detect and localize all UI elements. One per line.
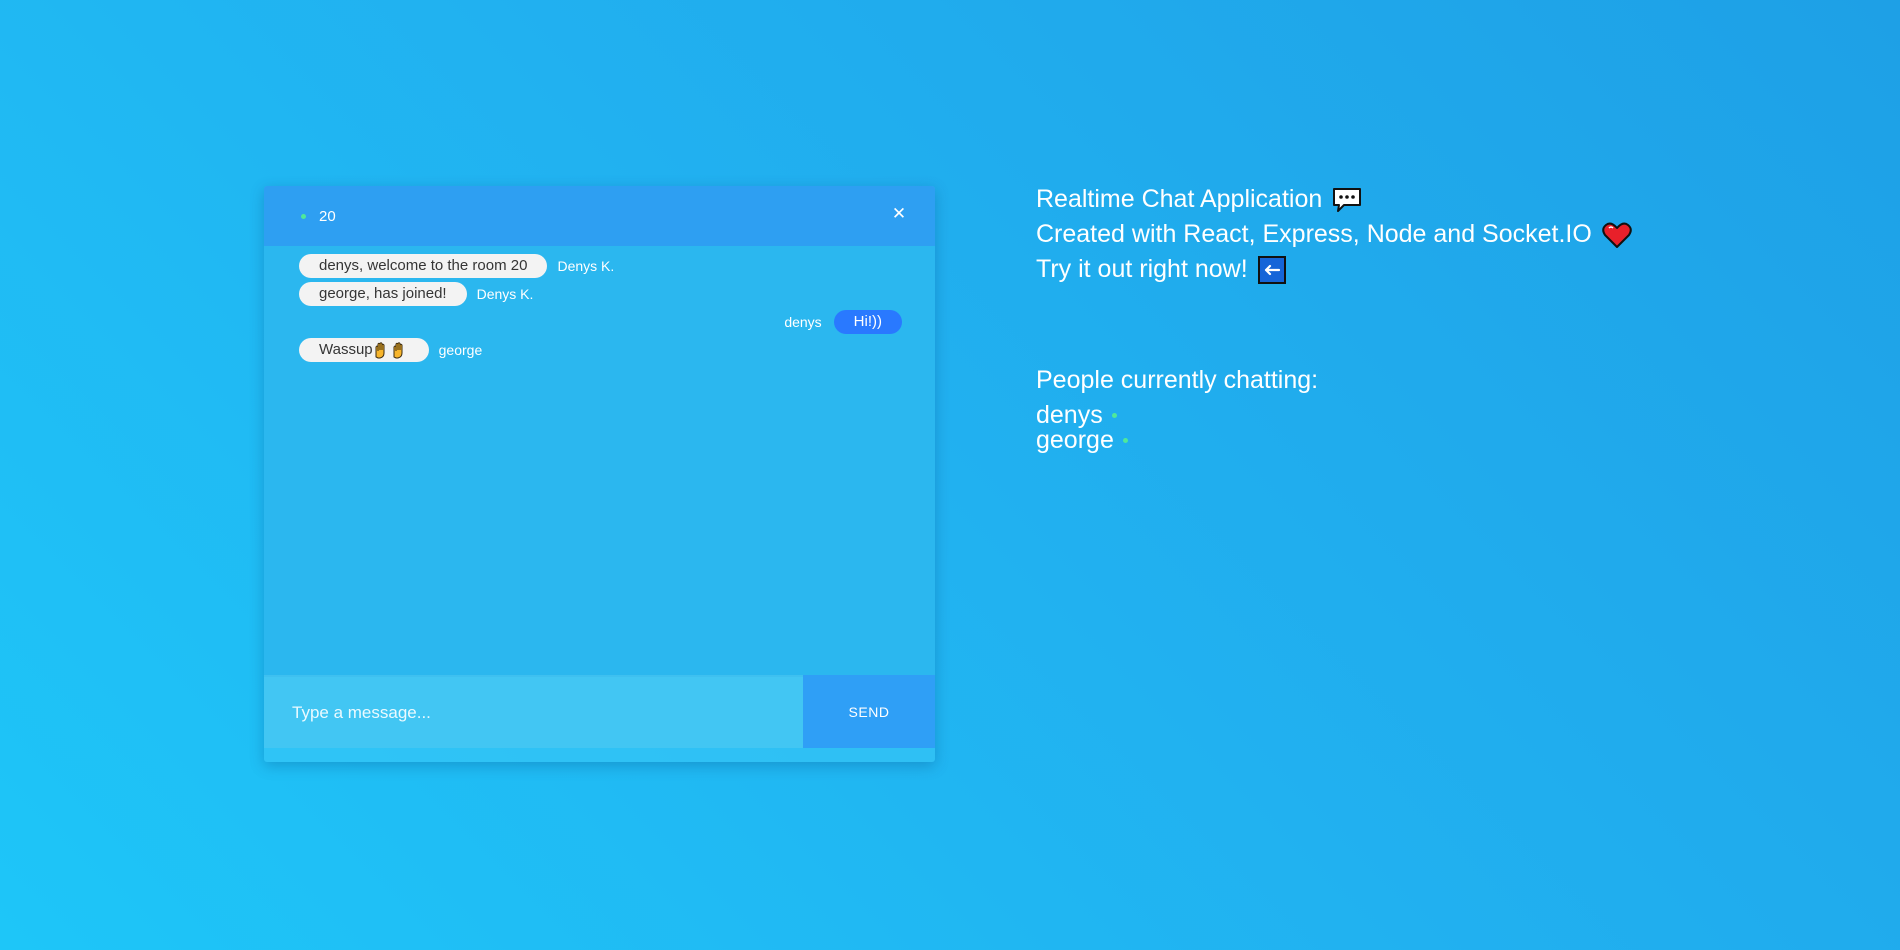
person-name: george — [1036, 426, 1114, 454]
message-item-own: denys Hi!)) — [784, 310, 902, 334]
people-title: People currently chatting: — [1036, 366, 1319, 394]
info-title-text: Realtime Chat Application — [1036, 185, 1323, 213]
room-name: 20 — [319, 208, 336, 225]
info-cta: Try it out right now! — [1036, 252, 1836, 287]
info-cta-text: Try it out right now! — [1036, 255, 1248, 283]
person-item: george — [1036, 428, 1128, 453]
message-bubble: Wassup — [299, 338, 429, 362]
online-indicator-icon — [1111, 413, 1117, 418]
message-input[interactable] — [264, 675, 803, 748]
info-tech: Created with React, Express, Node and So… — [1036, 217, 1836, 252]
message-list[interactable]: denys, welcome to the room 20 Denys K. g… — [264, 246, 935, 675]
chat-window: 20 ✕ denys, welcome to the room 20 Denys… — [264, 186, 935, 762]
online-indicator-icon — [1122, 438, 1128, 443]
send-button[interactable]: SEND — [803, 675, 935, 748]
message-input-bar: SEND — [264, 675, 935, 762]
person-name: denys — [1036, 401, 1103, 429]
person-item: denys — [1036, 403, 1128, 428]
speech-bubble-icon — [1333, 187, 1362, 212]
heart-icon — [1602, 222, 1632, 248]
close-button[interactable]: ✕ — [891, 204, 907, 224]
info-title: Realtime Chat Application — [1036, 182, 1836, 217]
info-panel: Realtime Chat Application Created with R… — [1036, 182, 1836, 287]
message-item: denys, welcome to the room 20 Denys K. — [299, 254, 614, 278]
message-text: Wassup — [319, 341, 373, 358]
waving-hands-icon — [375, 342, 403, 359]
message-sender: denys — [784, 314, 822, 330]
chat-header: 20 ✕ — [264, 186, 935, 246]
message-item: Wassup george — [299, 338, 482, 362]
info-tech-text: Created with React, Express, Node and So… — [1036, 220, 1592, 248]
message-item: george, has joined! Denys K. — [299, 282, 533, 306]
message-sender: Denys K. — [476, 286, 534, 302]
message-bubble-own: Hi!)) — [833, 310, 902, 334]
message-bubble: george, has joined! — [299, 282, 467, 306]
message-bubble: denys, welcome to the room 20 — [299, 254, 548, 278]
online-indicator-icon — [301, 214, 306, 219]
message-sender: george — [438, 342, 483, 358]
message-sender: Denys K. — [557, 258, 615, 274]
people-list: denys george — [1036, 403, 1128, 453]
left-arrow-icon — [1257, 255, 1286, 284]
